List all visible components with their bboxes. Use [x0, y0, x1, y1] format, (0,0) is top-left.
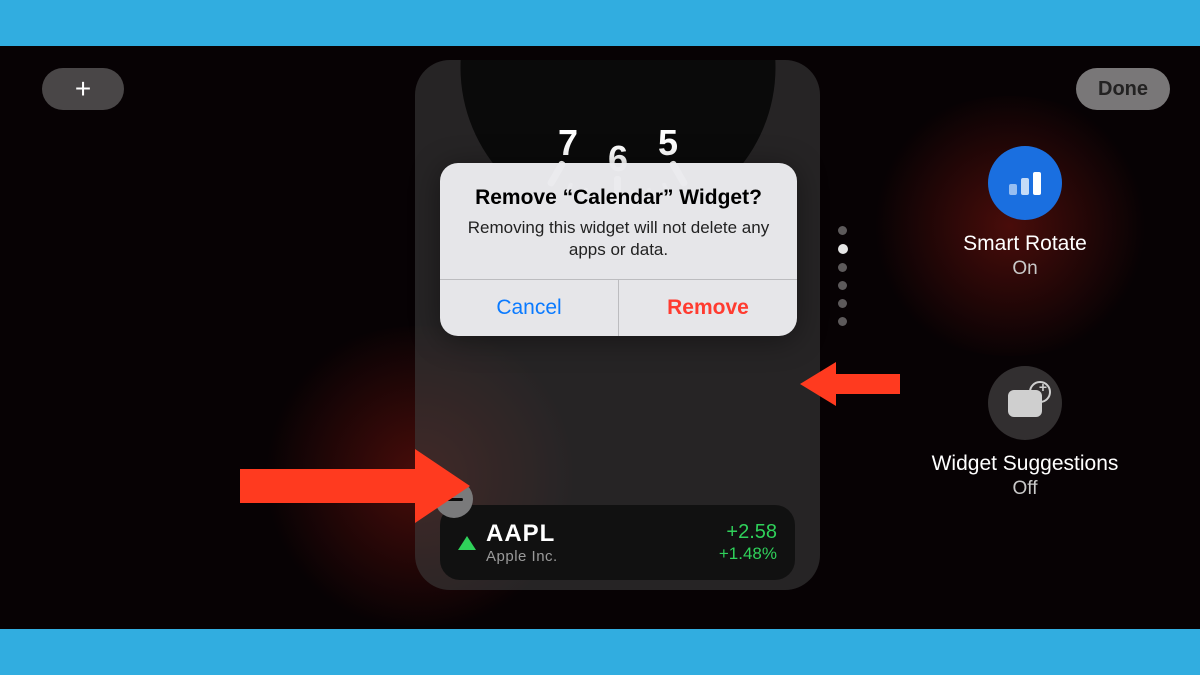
stock-symbol: AAPL — [486, 520, 558, 548]
done-button[interactable]: Done — [1076, 68, 1170, 110]
stack-page-indicator — [838, 226, 848, 326]
triangle-up-icon — [458, 536, 476, 550]
smart-rotate-state: On — [920, 258, 1130, 280]
remove-button[interactable]: Remove — [619, 280, 797, 336]
smart-rotate-title: Smart Rotate — [920, 232, 1130, 256]
widget-suggestions-title: Widget Suggestions — [920, 452, 1130, 476]
add-widget-button[interactable]: + — [42, 68, 124, 110]
remove-widget-alert: Remove “Calendar” Widget? Removing this … — [440, 163, 797, 336]
cancel-button[interactable]: Cancel — [440, 280, 618, 336]
stock-change: +2.58 — [719, 521, 777, 544]
stock-company: Apple Inc. — [486, 548, 558, 565]
clock-numeral-5: 5 — [658, 122, 678, 164]
smart-rotate-option[interactable]: Smart Rotate On — [920, 146, 1130, 280]
widget-suggestions-option[interactable]: Widget Suggestions Off — [920, 366, 1130, 500]
smart-rotate-icon — [988, 146, 1062, 220]
stock-widget[interactable]: AAPL Apple Inc. +2.58 +1.48% — [440, 505, 795, 580]
alert-title: Remove “Calendar” Widget? — [460, 185, 777, 211]
done-label: Done — [1098, 78, 1148, 101]
home-screen-edit-mode: + Done 7 6 5 — [0, 46, 1200, 629]
widget-suggestions-state: Off — [920, 478, 1130, 500]
alert-message: Removing this widget will not delete any… — [460, 217, 777, 261]
plus-icon: + — [75, 73, 91, 105]
clock-numeral-7: 7 — [558, 122, 578, 164]
remove-label: Remove — [667, 296, 749, 320]
widget-suggestions-icon — [988, 366, 1062, 440]
remove-widget-minus-button[interactable] — [435, 480, 473, 518]
cancel-label: Cancel — [496, 296, 561, 320]
stock-percent: +1.48% — [719, 544, 777, 564]
